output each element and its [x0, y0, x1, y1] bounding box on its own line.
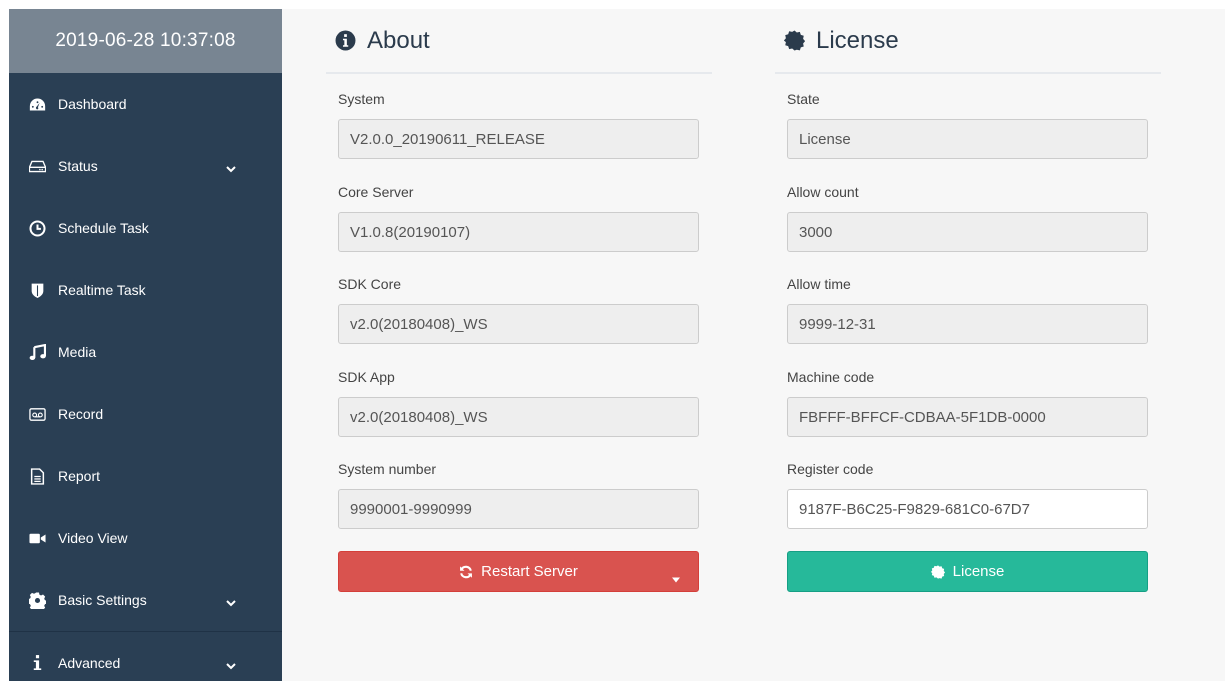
sidebar-item-basic-settings[interactable]: Basic Settings — [9, 569, 282, 631]
file-text-icon — [28, 467, 46, 485]
sidebar-item-record[interactable]: Record — [9, 383, 282, 445]
top-strip — [0, 0, 1225, 9]
shield-icon — [28, 281, 46, 299]
sidebar: 2019-06-28 10:37:08 Dashboard Status Sch… — [9, 9, 286, 681]
sdk-core-input[interactable]: v2.0(20180408)_WS — [338, 304, 699, 344]
register-code-field: Register code 9187F-B6C25-F9829-681C0-67… — [787, 460, 1148, 529]
chevron-down-icon — [226, 161, 236, 173]
sidebar-item-label: Basic Settings — [58, 592, 147, 608]
license-panel: License State License Allow count 3000 A… — [775, 9, 1161, 592]
register-code-input[interactable]: 9187F-B6C25-F9829-681C0-67D7 — [787, 489, 1148, 529]
restart-server-label: Restart Server — [481, 563, 578, 580]
music-icon — [28, 343, 46, 361]
clock-icon — [28, 219, 46, 237]
chevron-down-icon — [226, 595, 236, 607]
core-server-input[interactable]: V1.0.8(20190107) — [338, 212, 699, 252]
about-panel: About System V2.0.0_20190611_RELEASE Cor… — [326, 9, 712, 592]
sidebar-item-label: Media — [58, 344, 97, 360]
refresh-icon — [459, 565, 473, 579]
sidebar-item-dashboard[interactable]: Dashboard — [9, 73, 282, 135]
allow-count-field: Allow count 3000 — [787, 183, 1148, 252]
field-label: SDK App — [338, 369, 395, 385]
restart-server-button[interactable]: Restart Server — [338, 551, 699, 592]
field-label: Allow time — [787, 276, 851, 292]
sdk-app-field: SDK App v2.0(20180408)_WS — [338, 368, 699, 437]
sidebar-item-label: Record — [58, 406, 104, 422]
field-label: SDK Core — [338, 276, 402, 292]
allow-time-input[interactable]: 9999-12-31 — [787, 304, 1148, 344]
sidebar-item-advanced[interactable]: Advanced — [9, 631, 286, 681]
sidebar-item-media[interactable]: Media — [9, 321, 282, 383]
certificate-icon — [784, 30, 805, 51]
video-camera-icon — [28, 529, 46, 547]
system-number-field: System number 9990001-9990999 — [338, 460, 699, 529]
voicemail-icon — [28, 405, 46, 423]
field-label: Register code — [787, 461, 874, 477]
main-content: About System V2.0.0_20190611_RELEASE Cor… — [282, 9, 1225, 681]
allow-time-field: Allow time 9999-12-31 — [787, 275, 1148, 344]
info-circle-icon — [335, 30, 356, 51]
gear-icon — [28, 591, 46, 609]
sidebar-item-label: Realtime Task — [58, 282, 146, 298]
machine-code-input[interactable]: FBFFF-BFFCF-CDBAA-5F1DB-0000 — [787, 397, 1148, 437]
sidebar-item-schedule-task[interactable]: Schedule Task — [9, 197, 282, 259]
license-button[interactable]: License — [787, 551, 1148, 592]
license-button-label: License — [952, 563, 1005, 580]
sidebar-item-label: Advanced — [58, 654, 121, 671]
sdk-core-field: SDK Core v2.0(20180408)_WS — [338, 275, 699, 344]
field-label: Core Server — [338, 184, 414, 200]
allow-count-input[interactable]: 3000 — [787, 212, 1148, 252]
field-label: State — [787, 91, 820, 107]
sidebar-item-report[interactable]: Report — [9, 445, 282, 507]
sidebar-item-label: Status — [58, 158, 98, 174]
info-icon — [28, 654, 46, 672]
certificate-icon — [930, 564, 945, 579]
field-label: Machine code — [787, 369, 875, 385]
sidebar-item-label: Report — [58, 468, 101, 484]
state-input[interactable]: License — [787, 119, 1148, 159]
machine-code-field: Machine code FBFFF-BFFCF-CDBAA-5F1DB-000… — [787, 368, 1148, 437]
caret-down-icon[interactable] — [672, 569, 680, 582]
sidebar-item-label: Schedule Task — [58, 220, 149, 236]
system-input[interactable]: V2.0.0_20190611_RELEASE — [338, 119, 699, 159]
field-label: System — [338, 91, 385, 107]
license-title: License — [816, 26, 899, 54]
sidebar-item-realtime-task[interactable]: Realtime Task — [9, 259, 282, 321]
tachometer-icon — [28, 95, 46, 113]
sidebar-item-status[interactable]: Status — [9, 135, 282, 197]
hdd-icon — [28, 157, 46, 175]
sidebar-item-label: Dashboard — [58, 96, 127, 112]
license-header: License — [775, 9, 1161, 74]
sidebar-item-label: Video View — [58, 530, 128, 546]
state-field: State License — [787, 90, 1148, 159]
chevron-down-icon — [226, 658, 236, 669]
sdk-app-input[interactable]: v2.0(20180408)_WS — [338, 397, 699, 437]
system-number-input[interactable]: 9990001-9990999 — [338, 489, 699, 529]
sidebar-item-video-view[interactable]: Video View — [9, 507, 282, 569]
field-label: System number — [338, 461, 437, 477]
sidebar-datetime: 2019-06-28 10:37:08 — [9, 9, 282, 73]
field-label: Allow count — [787, 184, 859, 200]
about-title: About — [367, 26, 430, 54]
about-header: About — [326, 9, 712, 74]
system-field: System V2.0.0_20190611_RELEASE — [338, 90, 699, 159]
core-server-field: Core Server V1.0.8(20190107) — [338, 183, 699, 252]
